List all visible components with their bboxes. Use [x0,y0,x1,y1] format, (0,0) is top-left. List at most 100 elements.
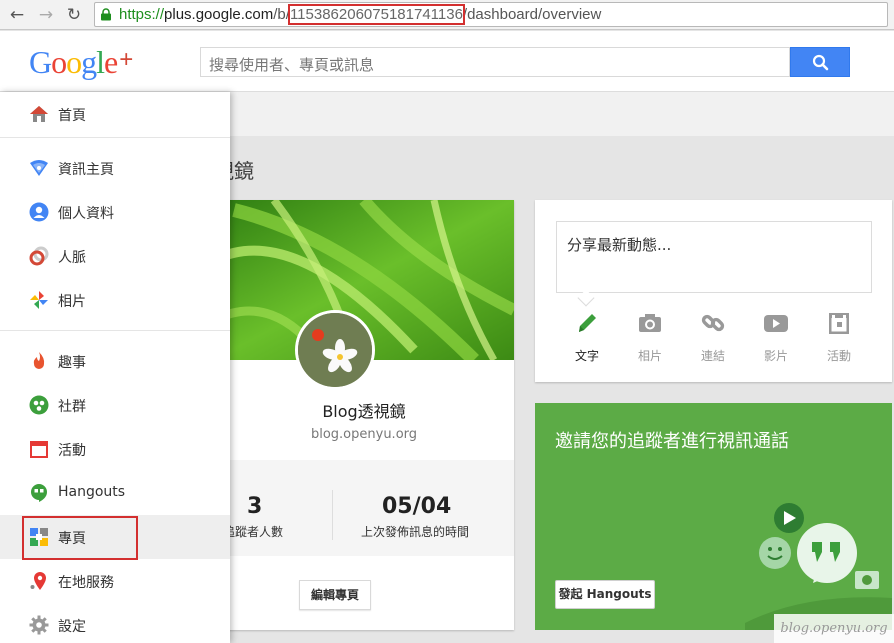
annotation-highlight-box [22,516,138,560]
drawer-item-local[interactable]: 在地服務 [0,559,230,603]
drawer-item-photos[interactable]: 相片 [0,278,230,322]
navigation-drawer: 首頁 資訊主頁 個人資料 人脈 相片 趣事 社群 活動 Hangouts 專頁 … [0,92,230,643]
followers-count: 3 [247,494,263,519]
profile-card: Blog透視鏡 blog.openyu.org 3 追蹤者人數 05/04 上次… [214,200,514,630]
news-icon [30,160,48,176]
lock-icon [101,8,111,21]
share-photo-label: 相片 [637,349,662,363]
flower-avatar-image [298,313,372,387]
drawer-item-label: 趣事 [58,355,86,371]
edit-page-button[interactable]: 編輯專頁 [299,580,371,610]
reload-button[interactable]: ↻ [63,4,85,26]
hangouts-icon [31,484,47,502]
stats-panel: 3 追蹤者人數 05/04 上次發佈訊息的時間 [214,460,514,556]
stats-divider [332,490,333,540]
logo-letter: e [104,44,118,80]
share-box: 分享最新動態... 文字 相片 連結 影片 活動 [535,200,892,382]
browser-toolbar: ← → ↻ https://plus.google.com/b/11538620… [0,0,894,30]
link-icon [701,314,725,332]
url-host: plus.google.com [164,6,274,23]
drawer-divider [0,137,230,138]
last-post-label: 上次發佈訊息的時間 [361,525,470,539]
share-link-button[interactable]: 連結 [683,310,743,364]
drawer-item-label: 設定 [58,619,86,635]
hangouts-card: 邀請您的追蹤者進行視訊通話 發起 Hangouts [535,403,892,630]
drawer-item-label: 人脈 [58,250,86,266]
share-prompt: 分享最新動態... [567,236,672,254]
local-icon [30,572,46,590]
smiley-bubble-icon [759,537,791,569]
back-button[interactable]: ← [6,4,28,26]
event-icon [829,313,849,334]
search-placeholder: 搜尋使用者、專頁或訊息 [209,56,375,74]
share-event-label: 活動 [826,349,851,363]
drawer-item-events[interactable]: 活動 [0,427,230,471]
drawer-item-communities[interactable]: 社群 [0,383,230,427]
url-path-suffix: /dashboard/overview [462,6,602,23]
drawer-item-label: 社群 [58,399,86,415]
settings-icon [29,615,49,635]
share-photo-button[interactable]: 相片 [620,310,680,364]
page-avatar[interactable] [295,310,375,390]
address-bar[interactable]: https://plus.google.com/b/11538620607518… [94,2,888,27]
photos-icon [30,291,48,309]
share-video-label: 影片 [763,349,788,363]
search-icon [812,54,829,71]
drawer-item-home[interactable]: 首頁 [0,92,230,136]
logo-letter: G [29,44,52,80]
logo-letter: g [81,44,97,80]
last-post-date: 05/04 [382,494,452,519]
share-event-button[interactable]: 活動 [809,310,869,364]
video-icon [764,315,788,332]
url-page-id: 115386206075181741136 [287,4,465,25]
quote-bubble-icon [797,523,857,583]
drawer-item-people[interactable]: 人脈 [0,234,230,278]
share-link-label: 連結 [700,349,725,363]
share-input[interactable]: 分享最新動態... [556,221,872,293]
page-name[interactable]: Blog透視鏡 [214,398,514,422]
drawer-item-label: 個人資料 [58,206,114,222]
hangouts-title: 邀請您的追蹤者進行視訊通話 [555,431,789,452]
google-plus-logo[interactable]: Google+ [29,44,133,81]
start-hangout-button[interactable]: 發起 Hangouts [555,580,655,609]
camera-icon [639,314,661,332]
drawer-item-label: 首頁 [58,108,86,124]
url-path-prefix: /b/ [273,6,290,23]
gplus-header: Google+ 搜尋使用者、專頁或訊息 [0,31,894,92]
photo-bubble-icon [855,571,879,589]
profile-icon [29,202,49,222]
share-text-button[interactable]: 文字 [557,310,617,364]
logo-letter: o [51,44,67,80]
drawer-item-settings[interactable]: 設定 [0,603,230,643]
home-icon [30,106,48,122]
people-icon [29,246,49,266]
url-scheme: https:// [119,6,165,23]
drawer-item-label: Hangouts [58,484,126,500]
pencil-icon [579,314,596,332]
logo-letter: o [66,44,82,80]
hangouts-illustration [745,503,892,630]
video-bubble-icon [774,503,804,533]
share-video-button[interactable]: 影片 [746,310,806,364]
drawer-item-whats-hot[interactable]: 趣事 [0,339,230,383]
share-text-label: 文字 [574,349,599,363]
drawer-item-news[interactable]: 資訊主頁 [0,146,230,190]
url-text: https://plus.google.com/b/11538620607518… [119,4,602,25]
search-input[interactable]: 搜尋使用者、專頁或訊息 [200,47,790,77]
drawer-item-label: 活動 [58,443,86,459]
events-icon [30,441,48,458]
page-site: blog.openyu.org [310,427,418,442]
whats-hot-icon [33,352,45,369]
drawer-divider [0,330,230,331]
drawer-item-hangouts[interactable]: Hangouts [0,471,230,515]
drawer-item-profile[interactable]: 個人資料 [0,190,230,234]
drawer-item-label: 在地服務 [58,575,114,591]
logo-letter: l [96,44,105,80]
forward-button[interactable]: → [35,4,57,26]
drawer-item-label: 資訊主頁 [58,162,114,178]
logo-plus: + [119,46,133,73]
communities-icon [29,395,49,415]
search-button[interactable] [790,47,850,77]
watermark-text: blog.openyu.org [774,614,894,643]
drawer-item-label: 相片 [58,294,86,310]
